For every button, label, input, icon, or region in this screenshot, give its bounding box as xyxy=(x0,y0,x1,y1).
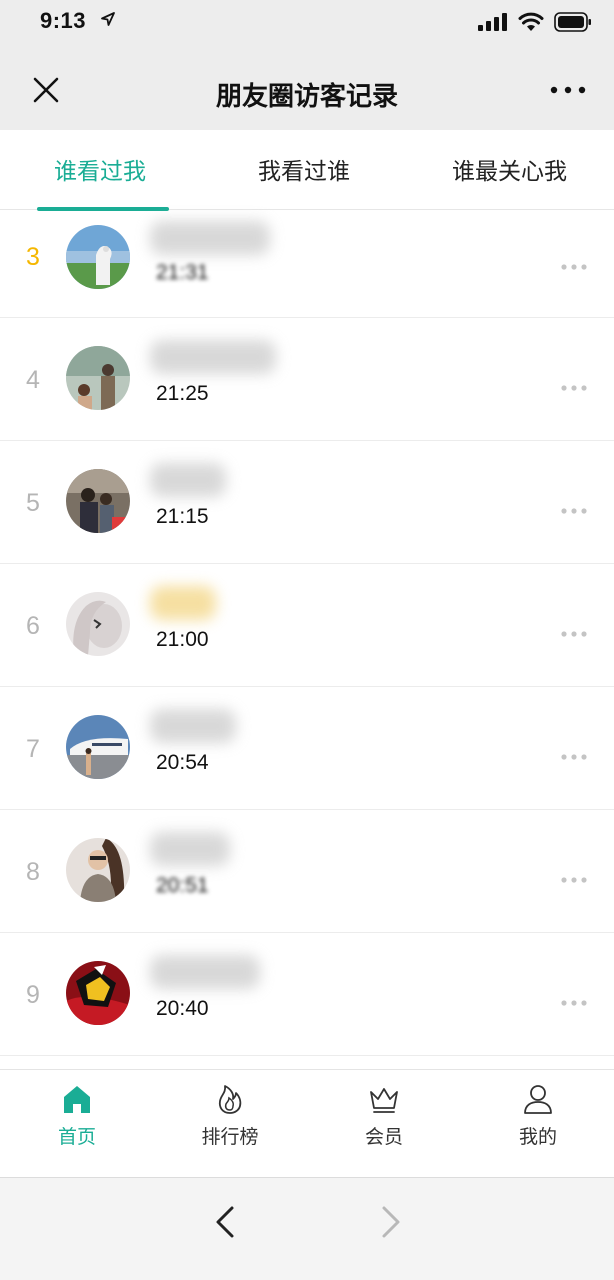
avatar[interactable] xyxy=(66,838,130,902)
location-arrow-icon xyxy=(101,12,115,26)
avatar[interactable] xyxy=(66,592,130,656)
rank-number: 3 xyxy=(26,243,40,271)
visit-time: 21:31 xyxy=(156,261,209,284)
home-icon xyxy=(64,1086,90,1113)
tab-leaderboard[interactable]: 排行榜 xyxy=(185,1082,275,1149)
wifi-icon xyxy=(518,12,544,31)
more-dots-icon[interactable] xyxy=(560,630,588,638)
more-dots-icon[interactable] xyxy=(560,999,588,1007)
rank-number: 9 xyxy=(26,981,40,1009)
list-item[interactable]: 3 21:31 xyxy=(0,211,614,318)
tab-membership[interactable]: 会员 xyxy=(339,1082,429,1149)
visitor-name-blurred xyxy=(150,221,270,255)
chevron-right-icon[interactable] xyxy=(374,1202,408,1242)
tab-label: 会员 xyxy=(364,1127,403,1148)
visit-time: 20:40 xyxy=(156,997,209,1020)
visitor-name-blurred xyxy=(150,340,276,374)
more-dots-icon[interactable] xyxy=(560,507,588,515)
more-dots-icon[interactable] xyxy=(548,80,588,100)
more-dots-icon[interactable] xyxy=(560,753,588,761)
visitor-name-blurred xyxy=(150,709,236,743)
visitor-name-blurred xyxy=(150,463,226,497)
rank-number: 4 xyxy=(26,366,40,394)
status-time: 9:13 xyxy=(40,8,87,33)
visitor-name-blurred xyxy=(150,586,216,620)
list-item[interactable]: 4 21:25 xyxy=(0,318,614,441)
more-dots-icon[interactable] xyxy=(560,384,588,392)
visit-time: 20:51 xyxy=(156,874,209,897)
rank-number: 8 xyxy=(26,858,40,886)
tab-who-cares-most[interactable]: 谁最关心我 xyxy=(452,152,567,186)
battery-icon xyxy=(554,12,591,32)
list-item[interactable]: 8 20:51 xyxy=(0,810,614,933)
rank-number: 5 xyxy=(26,489,40,517)
more-dots-icon[interactable] xyxy=(560,263,588,271)
tab-label: 排行榜 xyxy=(201,1127,259,1148)
tab-who-viewed-me[interactable]: 谁看过我 xyxy=(54,152,146,186)
page-title: 朋友圈访客记录 xyxy=(215,81,398,111)
tab-who-i-viewed[interactable]: 我看过谁 xyxy=(258,152,350,186)
visit-time: 21:25 xyxy=(156,382,209,405)
tab-label: 首页 xyxy=(57,1127,96,1148)
list-item[interactable]: 6 21:00 xyxy=(0,564,614,687)
tab-home[interactable]: 首页 xyxy=(32,1082,122,1149)
visit-time: 21:15 xyxy=(156,505,209,528)
signal-icon xyxy=(478,13,507,31)
tab-label: 我的 xyxy=(518,1127,557,1148)
avatar[interactable] xyxy=(66,469,130,533)
visit-time: 21:00 xyxy=(156,628,209,651)
avatar[interactable] xyxy=(66,715,130,779)
visitor-name-blurred xyxy=(150,832,230,866)
nav-bar: 朋友圈访客记录 xyxy=(0,44,614,130)
chevron-left-icon[interactable] xyxy=(208,1202,242,1242)
crown-icon xyxy=(370,1088,398,1113)
rank-number: 6 xyxy=(26,612,40,640)
browser-toolbar xyxy=(0,1177,614,1280)
list-item[interactable]: 9 20:40 xyxy=(0,933,614,1056)
person-icon xyxy=(524,1085,552,1114)
avatar[interactable] xyxy=(66,225,130,289)
avatar[interactable] xyxy=(66,961,130,1025)
rank-number: 7 xyxy=(26,735,40,763)
status-bar: 9:13 xyxy=(0,0,614,44)
tab-profile[interactable]: 我的 xyxy=(493,1082,583,1149)
list-item[interactable]: 5 21:15 xyxy=(0,441,614,564)
list-item[interactable]: 7 20:54 xyxy=(0,687,614,810)
visitor-tabs: 谁看过我 我看过谁 谁最关心我 xyxy=(0,130,614,211)
visit-time: 20:54 xyxy=(156,751,209,774)
flame-icon xyxy=(218,1085,242,1114)
more-dots-icon[interactable] xyxy=(560,876,588,884)
visitor-name-blurred xyxy=(150,955,260,989)
avatar[interactable] xyxy=(66,346,130,410)
status-indicators xyxy=(478,12,592,32)
bottom-tab-bar: 首页 排行榜 会员 我的 xyxy=(0,1069,614,1177)
